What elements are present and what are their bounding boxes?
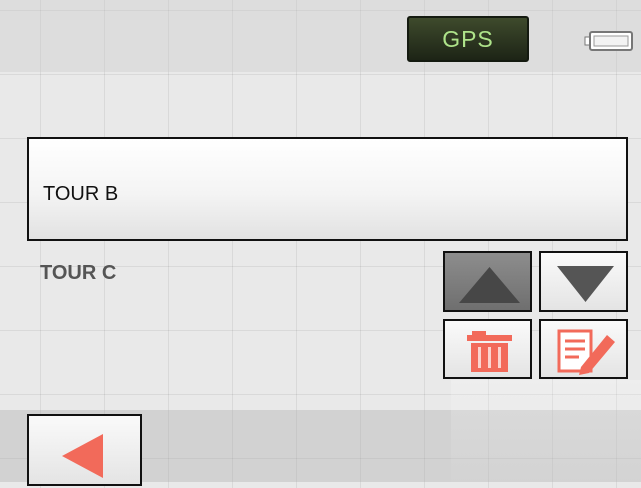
battery-icon <box>584 31 633 51</box>
trash-icon <box>467 331 512 372</box>
delete-button[interactable] <box>443 319 532 379</box>
background-map <box>451 380 641 482</box>
arrow-down-icon <box>557 266 614 302</box>
back-arrow-icon <box>62 434 103 478</box>
arrow-up-icon <box>459 267 520 303</box>
move-up-button[interactable] <box>443 251 532 312</box>
back-button[interactable] <box>27 414 142 486</box>
status-bar <box>0 0 641 72</box>
move-down-button[interactable] <box>539 251 628 312</box>
list-item[interactable]: TOUR C <box>40 262 116 285</box>
edit-icon <box>557 329 615 375</box>
gps-status-badge: GPS <box>407 16 529 62</box>
list-item-label: TOUR B <box>43 183 119 205</box>
edit-button[interactable] <box>539 319 628 379</box>
list-item-selected[interactable]: TOUR B <box>27 137 628 241</box>
